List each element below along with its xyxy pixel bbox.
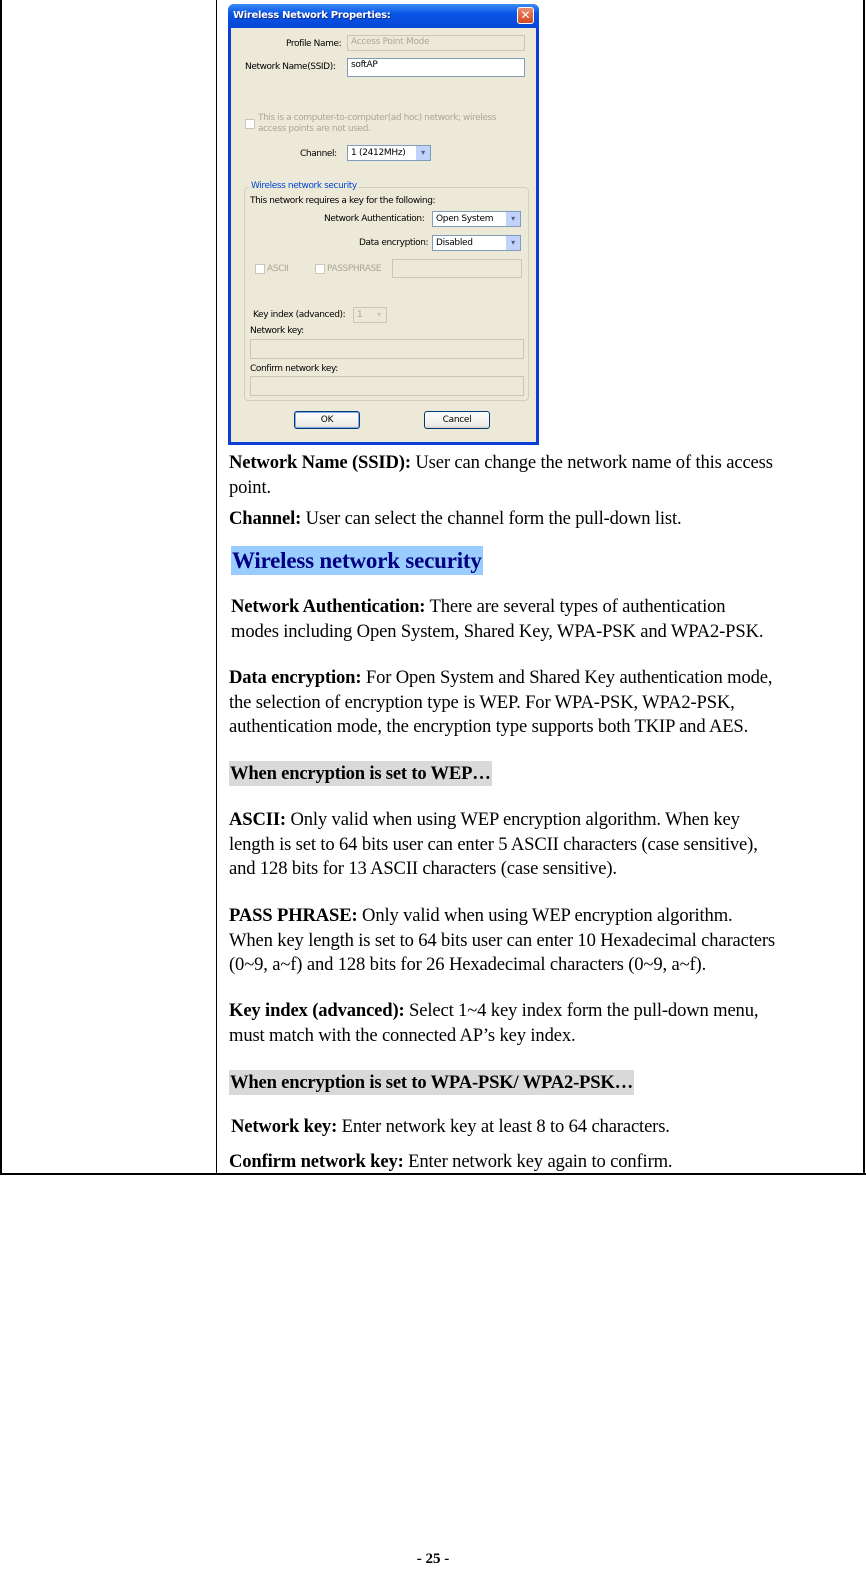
encryption-desc-line1: For Open System and Shared Key authentic…	[361, 667, 773, 688]
adhoc-checkbox-label-line2: access points are not used.	[258, 124, 371, 134]
auth-term: Network Authentication:	[231, 596, 426, 617]
profile-name-label: Profile Name:	[286, 39, 342, 49]
passphrase-field[interactable]	[392, 259, 522, 278]
adhoc-checkbox-label-line1: This is a computer-to-computer(ad hoc) n…	[258, 113, 497, 123]
key-index-term: Key index (advanced):	[229, 1000, 405, 1021]
network-key-desc: Enter network key at least 8 to 64 chara…	[337, 1116, 670, 1137]
ssid-field[interactable]: softAP	[347, 58, 525, 77]
ascii-desc-line1: Only valid when using WEP encryption alg…	[285, 809, 740, 830]
channel-description: Channel: User can select the channel for…	[229, 507, 859, 532]
passphrase-label: PASSPHRASE	[327, 264, 382, 274]
chevron-down-icon: ▾	[416, 146, 430, 160]
passphrase-desc-line1: Only valid when using WEP encryption alg…	[357, 905, 733, 926]
passphrase-description: PASS PHRASE: Only valid when using WEP e…	[229, 904, 859, 978]
passphrase-desc-line2: When key length is set to 64 bits user c…	[229, 929, 775, 951]
dialog-titlebar: Wireless Network Properties: ✕	[228, 4, 539, 28]
ascii-desc-line2: length is set to 64 bits user can enter …	[229, 833, 758, 855]
page-number: - 25 -	[416, 1551, 450, 1567]
confirm-key-desc: Enter network key again to confirm.	[403, 1151, 673, 1172]
ok-button[interactable]: OK	[294, 411, 360, 429]
ascii-checkbox[interactable]	[255, 264, 265, 274]
confirm-key-description: Confirm network key: Enter network key a…	[229, 1150, 859, 1175]
adhoc-checkbox[interactable]	[245, 119, 255, 129]
table-column-divider	[216, 0, 217, 1175]
table-border-right	[863, 0, 865, 1175]
auth-label: Network Authentication:	[324, 214, 425, 224]
encryption-description: Data encryption: For Open System and Sha…	[229, 666, 859, 740]
confirm-key-label: Confirm network key:	[250, 364, 338, 374]
auth-select[interactable]: Open System ▾	[432, 211, 521, 227]
network-key-description: Network key: Enter network key at least …	[231, 1115, 861, 1140]
ascii-label: ASCII	[267, 264, 289, 274]
encryption-label: Data encryption:	[359, 238, 429, 248]
network-key-term: Network key:	[231, 1116, 338, 1137]
ascii-term: ASCII:	[229, 809, 286, 830]
security-group-title: Wireless network security	[249, 181, 359, 191]
ascii-description: ASCII: Only valid when using WEP encrypt…	[229, 808, 859, 882]
channel-desc: User can select the channel form the pul…	[301, 508, 682, 529]
confirm-key-term: Confirm network key:	[229, 1151, 404, 1172]
ssid-desc-line1: User can change the network name of this…	[410, 452, 773, 473]
key-index-value: 1	[357, 310, 363, 320]
passphrase-desc-line3: (0~9, a~f) and 128 bits for 26 Hexadecim…	[229, 954, 707, 975]
auth-desc-line1: There are several types of authenticatio…	[425, 596, 726, 617]
auth-description: Network Authentication: There are severa…	[231, 595, 861, 644]
auth-value: Open System	[436, 214, 494, 224]
wep-heading: When encryption is set to WEP…	[229, 761, 492, 786]
ssid-term: Network Name (SSID):	[229, 452, 411, 473]
passphrase-term: PASS PHRASE:	[229, 905, 358, 926]
auth-desc-line2: modes including Open System, Shared Key,…	[231, 620, 764, 642]
encryption-select[interactable]: Disabled ▾	[432, 235, 521, 251]
ssid-label: Network Name(SSID):	[245, 62, 336, 72]
chevron-down-icon: ▾	[506, 212, 520, 226]
passphrase-checkbox[interactable]	[315, 264, 325, 274]
cancel-button[interactable]: Cancel	[424, 411, 490, 429]
close-icon[interactable]: ✕	[517, 7, 534, 24]
channel-label: Channel:	[300, 149, 337, 159]
encryption-value: Disabled	[436, 238, 473, 248]
encryption-desc-line3: authentication mode, the encryption type…	[229, 716, 749, 737]
network-key-field[interactable]	[250, 339, 524, 359]
chevron-down-icon: ▾	[372, 308, 386, 322]
encryption-term: Data encryption:	[229, 667, 362, 688]
wireless-network-properties-dialog: Wireless Network Properties: ✕ Profile N…	[228, 4, 539, 445]
key-index-desc-line2: must match with the connected AP’s key i…	[229, 1024, 576, 1046]
encryption-desc-line2: the selection of encryption type is WEP.…	[229, 691, 735, 713]
dialog-title: Wireless Network Properties:	[233, 10, 391, 21]
key-index-description: Key index (advanced): Select 1~4 key ind…	[229, 999, 859, 1048]
table-border-left	[0, 0, 2, 1175]
requires-key-text: This network requires a key for the foll…	[250, 196, 436, 206]
network-key-label: Network key:	[250, 326, 304, 336]
confirm-key-field[interactable]	[250, 376, 524, 396]
channel-select[interactable]: 1 (2412MHz) ▾	[347, 145, 431, 161]
security-heading: Wireless network security	[231, 546, 483, 575]
chevron-down-icon: ▾	[506, 236, 520, 250]
channel-term: Channel:	[229, 508, 302, 529]
key-index-desc-line1: Select 1~4 key index form the pull-down …	[404, 1000, 759, 1021]
profile-name-field[interactable]: Access Point Mode	[347, 35, 525, 51]
key-index-select[interactable]: 1 ▾	[353, 307, 387, 323]
wpa-heading: When encryption is set to WPA-PSK/ WPA2-…	[229, 1070, 635, 1095]
channel-value: 1 (2412MHz)	[351, 148, 406, 158]
dialog-client-area: Profile Name: Access Point Mode Network …	[231, 28, 536, 442]
ssid-description: Network Name (SSID): User can change the…	[229, 451, 859, 500]
ascii-desc-line3: and 128 bits for 13 ASCII characters (ca…	[229, 858, 617, 879]
key-index-label: Key index (advanced):	[253, 310, 346, 320]
ssid-desc-line2: point.	[229, 476, 271, 498]
